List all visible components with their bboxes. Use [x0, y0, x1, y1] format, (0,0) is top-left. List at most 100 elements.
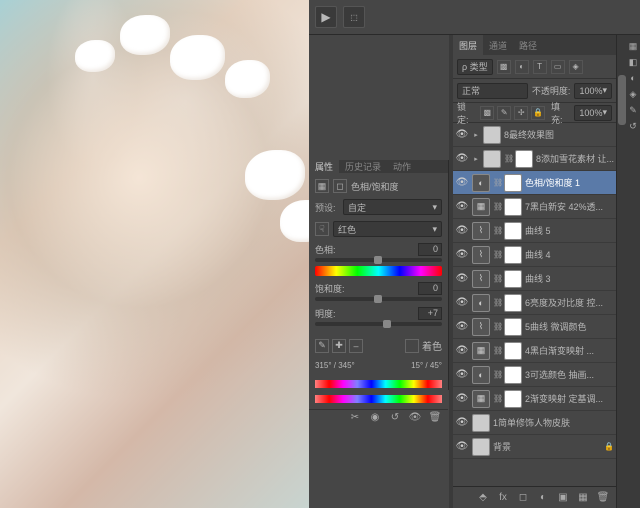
layer-row[interactable]: 👁⌇⛓曲线 5	[453, 219, 616, 243]
filter-pixel-icon[interactable]: ▩	[497, 60, 511, 74]
tab-paths[interactable]: 路径	[513, 35, 543, 55]
link-icon[interactable]: ⛓	[493, 298, 501, 307]
visibility-toggle[interactable]: 👁	[455, 200, 469, 214]
link-icon[interactable]: ⛓	[493, 370, 501, 379]
layer-row[interactable]: 👁▸8最终效果图	[453, 123, 616, 147]
visibility-toggle[interactable]: 👁	[455, 392, 469, 406]
layer-row[interactable]: 👁◐⛓6亮度及对比度 控...	[453, 291, 616, 315]
visibility-toggle[interactable]: 👁	[455, 248, 469, 262]
layer-fx-icon[interactable]: fx	[496, 491, 510, 505]
layer-name[interactable]: 8添加雪花素材 让...	[536, 152, 614, 165]
layer-name[interactable]: 1简单修饰人物皮肤	[493, 416, 614, 429]
layer-row[interactable]: 👁⌇⛓5曲线 微调颜色	[453, 315, 616, 339]
layer-name[interactable]: 4黑白渐变映射 ...	[525, 344, 614, 357]
link-icon[interactable]: ⛓	[504, 154, 512, 163]
visibility-toggle[interactable]: 👁	[455, 296, 469, 310]
channel-dropdown[interactable]: 红色▾	[333, 221, 442, 237]
layer-row[interactable]: 👁▦⛓2渐变映射 定基调...	[453, 387, 616, 411]
trash-icon[interactable]: 🗑	[428, 410, 442, 424]
layer-name[interactable]: 5曲线 微调颜色	[525, 320, 614, 333]
tab-actions[interactable]: 动作	[387, 160, 417, 173]
disclosure-icon[interactable]: ▸	[472, 131, 480, 139]
link-layers-icon[interactable]: ⬘	[476, 491, 490, 505]
layer-row[interactable]: 👁▦⛓7黑白新安 42%透...	[453, 195, 616, 219]
layer-name[interactable]: 6亮度及对比度 控...	[525, 296, 614, 309]
layer-row[interactable]: 👁⌇⛓曲线 4	[453, 243, 616, 267]
layer-name[interactable]: 色相/饱和度 1	[525, 176, 614, 189]
layer-row[interactable]: 👁◐⛓3可选颜色 抽画...	[453, 363, 616, 387]
color-range-ramp-2[interactable]	[315, 395, 442, 403]
link-icon[interactable]: ⛓	[493, 250, 501, 259]
layer-row[interactable]: 👁⌇⛓曲线 3	[453, 267, 616, 291]
link-icon[interactable]: ⛓	[493, 202, 501, 211]
layer-row[interactable]: 👁▦⛓4黑白渐变映射 ...	[453, 339, 616, 363]
opacity-input[interactable]: 100%▾	[574, 83, 612, 99]
filter-shape-icon[interactable]: ▭	[551, 60, 565, 74]
filter-adj-icon[interactable]: ◐	[515, 60, 529, 74]
layer-kind-filter[interactable]: ρ 类型	[457, 59, 493, 75]
styles-icon[interactable]: ◈	[628, 89, 638, 99]
target-adjust-icon[interactable]: ☟	[315, 222, 329, 236]
tab-history[interactable]: 历史记录	[339, 160, 387, 173]
layer-row[interactable]: 👁▸⛓8添加雪花素材 让...	[453, 147, 616, 171]
document-canvas[interactable]	[0, 0, 309, 508]
adjust-icon[interactable]: ◐	[628, 73, 638, 83]
reset-icon[interactable]: ↺	[388, 410, 402, 424]
layer-name[interactable]: 曲线 5	[525, 224, 614, 237]
visibility-toggle[interactable]: 👁	[455, 440, 469, 454]
light-value[interactable]: +7	[418, 307, 442, 320]
preset-dropdown[interactable]: 自定▾	[343, 199, 442, 215]
layer-name[interactable]: 7黑白新安 42%透...	[525, 200, 614, 213]
visibility-toggle[interactable]: 👁	[455, 416, 469, 430]
link-icon[interactable]: ⛓	[493, 322, 501, 331]
tab-channels[interactable]: 通道	[483, 35, 513, 55]
visibility-toggle[interactable]: 👁	[455, 344, 469, 358]
visibility-toggle[interactable]: 👁	[455, 320, 469, 334]
delete-layer-icon[interactable]: 🗑	[596, 491, 610, 505]
eyedropper-minus-icon[interactable]: ‒	[349, 339, 363, 353]
layer-name[interactable]: 曲线 3	[525, 272, 614, 285]
link-icon[interactable]: ⛓	[493, 178, 501, 187]
lock-transparency-icon[interactable]: ▩	[480, 106, 494, 120]
visibility-toggle[interactable]: 👁	[455, 224, 469, 238]
lock-position-icon[interactable]: ✢	[514, 106, 528, 120]
lock-pixels-icon[interactable]: ✎	[497, 106, 511, 120]
link-icon[interactable]: ⛓	[493, 274, 501, 283]
lock-all-icon[interactable]: 🔒	[531, 106, 545, 120]
hue-value[interactable]: 0	[418, 243, 442, 256]
sat-track[interactable]	[315, 297, 442, 301]
link-icon[interactable]: ⛓	[493, 346, 501, 355]
color-range-ramp[interactable]	[315, 380, 442, 388]
swatches-icon[interactable]: ▦	[628, 41, 638, 51]
color-icon[interactable]: ◧	[628, 57, 638, 67]
visibility-toggle[interactable]: 👁	[455, 272, 469, 286]
colorize-checkbox[interactable]	[405, 339, 419, 353]
add-mask-icon[interactable]: ◻	[516, 491, 530, 505]
sat-value[interactable]: 0	[418, 282, 442, 295]
disclosure-icon[interactable]: ▸	[472, 155, 480, 163]
layer-name[interactable]: 曲线 4	[525, 248, 614, 261]
layer-name[interactable]: 2渐变映射 定基调...	[525, 392, 614, 405]
layer-row[interactable]: 👁背景🔒	[453, 435, 616, 459]
eyedropper-plus-icon[interactable]: ✚	[332, 339, 346, 353]
blend-mode-dropdown[interactable]: 正常	[457, 83, 528, 99]
visibility-toggle[interactable]: 👁	[455, 176, 469, 190]
visibility-toggle[interactable]: 👁	[455, 128, 469, 142]
new-layer-icon[interactable]: ▦	[576, 491, 590, 505]
new-group-icon[interactable]: ▣	[556, 491, 570, 505]
fill-input[interactable]: 100%▾	[574, 105, 612, 121]
tool-preset-icon[interactable]: ▶	[315, 6, 337, 28]
layer-name[interactable]: 3可选颜色 抽画...	[525, 368, 614, 381]
light-track[interactable]	[315, 322, 442, 326]
tab-layers[interactable]: 图层	[453, 35, 483, 55]
brush-icon[interactable]: ✎	[628, 105, 638, 115]
clip-icon[interactable]: ✂	[348, 410, 362, 424]
filter-type-icon[interactable]: T	[533, 60, 547, 74]
visibility-icon[interactable]: 👁	[408, 410, 422, 424]
eyedropper-icon[interactable]: ✎	[315, 339, 329, 353]
hue-track[interactable]	[315, 258, 442, 262]
visibility-toggle[interactable]: 👁	[455, 368, 469, 382]
tab-properties[interactable]: 属性	[309, 160, 339, 173]
layer-name[interactable]: 背景	[493, 440, 601, 453]
layers-scrollbar[interactable]	[616, 35, 626, 508]
